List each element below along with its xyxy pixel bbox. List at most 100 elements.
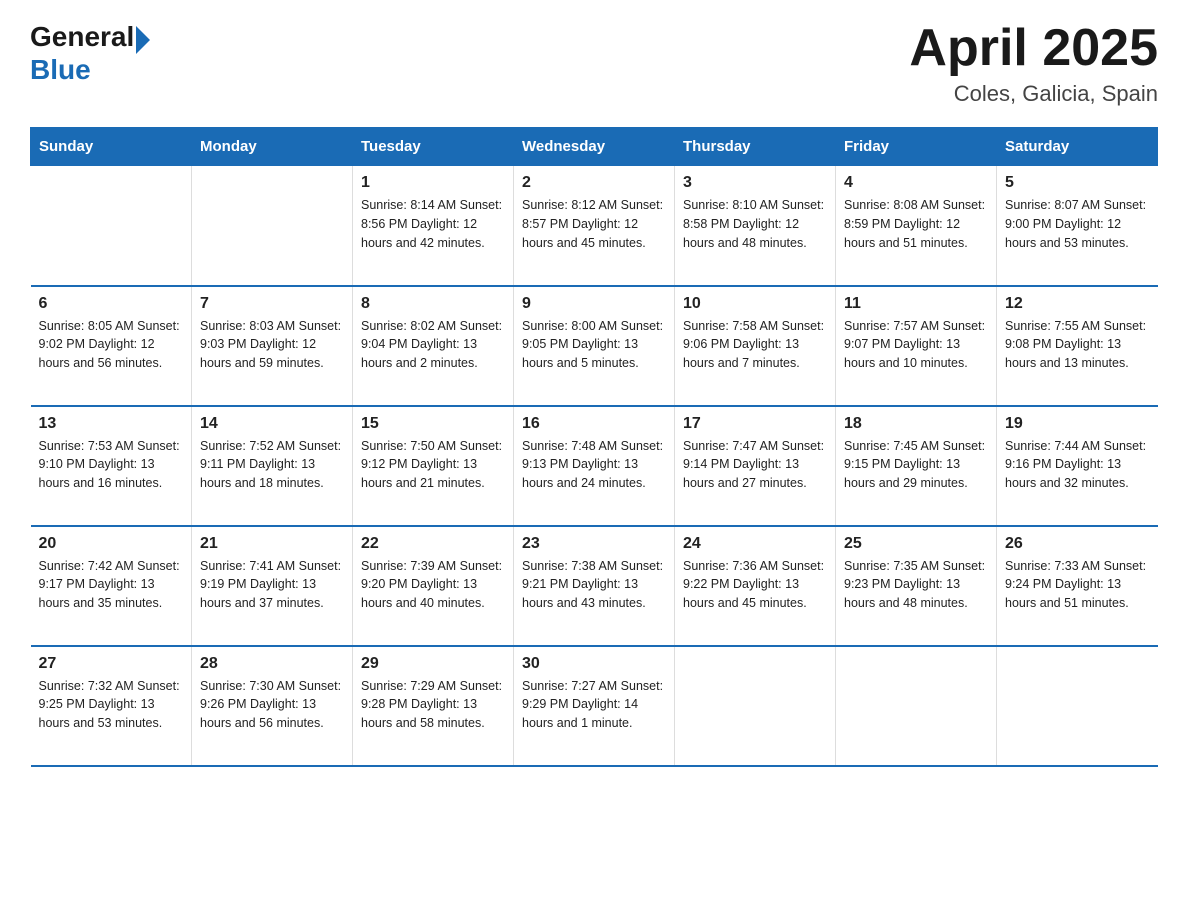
day-cell: 25 Sunrise: 7:35 AM Sunset: 9:23 PM Dayli… [836, 526, 997, 646]
day-cell: 14Sunrise: 7:52 AM Sunset: 9:11 PM Dayli… [192, 406, 353, 526]
day-info: Sunrise: 7:47 AM Sunset: 9:14 PM Dayligh… [683, 437, 827, 493]
day-cell: 2 Sunrise: 8:12 AM Sunset: 8:57 PM Daylig… [514, 166, 675, 286]
day-cell: 23 Sunrise: 7:38 AM Sunset: 9:21 PM Dayli… [514, 526, 675, 646]
day-info: Sunrise: 8:12 AM Sunset: 8:57 PM Dayligh… [522, 196, 666, 252]
day-number: 13 [39, 415, 184, 433]
header-cell-tuesday: Tuesday [353, 128, 514, 166]
day-info: Sunrise: 7:32 AM Sunset: 9:25 PM Dayligh… [39, 677, 184, 733]
day-cell: 27Sunrise: 7:32 AM Sunset: 9:25 PM Dayli… [31, 646, 192, 766]
day-info: Sunrise: 8:00 AM Sunset: 9:05 PM Dayligh… [522, 317, 666, 373]
day-cell: 29 Sunrise: 7:29 AM Sunset: 9:28 PM Dayli… [353, 646, 514, 766]
day-info: Sunrise: 7:35 AM Sunset: 9:23 PM Dayligh… [844, 557, 988, 613]
header-cell-saturday: Saturday [997, 128, 1158, 166]
day-info: Sunrise: 8:10 AM Sunset: 8:58 PM Dayligh… [683, 196, 827, 252]
day-cell [192, 166, 353, 286]
day-number: 10 [683, 295, 827, 313]
day-info: Sunrise: 7:33 AM Sunset: 9:24 PM Dayligh… [1005, 557, 1150, 613]
day-cell: 24 Sunrise: 7:36 AM Sunset: 9:22 PM Dayli… [675, 526, 836, 646]
day-number: 25 [844, 535, 988, 553]
day-number: 9 [522, 295, 666, 313]
day-info: Sunrise: 7:42 AM Sunset: 9:17 PM Dayligh… [39, 557, 184, 613]
day-info: Sunrise: 7:29 AM Sunset: 9:28 PM Dayligh… [361, 677, 505, 733]
week-row-2: 6Sunrise: 8:05 AM Sunset: 9:02 PM Daylig… [31, 286, 1158, 406]
logo-arrow-icon [136, 26, 150, 54]
day-number: 2 [522, 174, 666, 192]
day-number: 6 [39, 295, 184, 313]
logo-general-text: General [30, 21, 134, 53]
header-cell-thursday: Thursday [675, 128, 836, 166]
day-info: Sunrise: 8:02 AM Sunset: 9:04 PM Dayligh… [361, 317, 505, 373]
day-cell: 16 Sunrise: 7:48 AM Sunset: 9:13 PM Dayli… [514, 406, 675, 526]
calendar-header: SundayMondayTuesdayWednesdayThursdayFrid… [31, 128, 1158, 166]
day-number: 8 [361, 295, 505, 313]
day-cell [836, 646, 997, 766]
day-cell: 11 Sunrise: 7:57 AM Sunset: 9:07 PM Dayli… [836, 286, 997, 406]
day-number: 4 [844, 174, 988, 192]
day-number: 21 [200, 535, 344, 553]
week-row-1: 1 Sunrise: 8:14 AM Sunset: 8:56 PM Daylig… [31, 166, 1158, 286]
day-info: Sunrise: 7:57 AM Sunset: 9:07 PM Dayligh… [844, 317, 988, 373]
day-info: Sunrise: 7:45 AM Sunset: 9:15 PM Dayligh… [844, 437, 988, 493]
calendar-table: SundayMondayTuesdayWednesdayThursdayFrid… [30, 127, 1158, 767]
day-cell: 13 Sunrise: 7:53 AM Sunset: 9:10 PM Dayli… [31, 406, 192, 526]
day-number: 24 [683, 535, 827, 553]
day-cell: 3 Sunrise: 8:10 AM Sunset: 8:58 PM Daylig… [675, 166, 836, 286]
day-info: Sunrise: 7:30 AM Sunset: 9:26 PM Dayligh… [200, 677, 344, 733]
day-number: 20 [39, 535, 184, 553]
day-cell: 17 Sunrise: 7:47 AM Sunset: 9:14 PM Dayli… [675, 406, 836, 526]
day-cell: 1 Sunrise: 8:14 AM Sunset: 8:56 PM Daylig… [353, 166, 514, 286]
day-number: 29 [361, 655, 505, 673]
day-number: 16 [522, 415, 666, 433]
day-number: 1 [361, 174, 505, 192]
week-row-4: 20 Sunrise: 7:42 AM Sunset: 9:17 PM Dayli… [31, 526, 1158, 646]
day-cell [997, 646, 1158, 766]
day-info: Sunrise: 7:53 AM Sunset: 9:10 PM Dayligh… [39, 437, 184, 493]
day-cell: 22 Sunrise: 7:39 AM Sunset: 9:20 PM Dayli… [353, 526, 514, 646]
logo: General Blue [30, 20, 150, 86]
day-number: 17 [683, 415, 827, 433]
week-row-3: 13 Sunrise: 7:53 AM Sunset: 9:10 PM Dayli… [31, 406, 1158, 526]
day-info: Sunrise: 7:38 AM Sunset: 9:21 PM Dayligh… [522, 557, 666, 613]
day-number: 22 [361, 535, 505, 553]
day-cell: 5 Sunrise: 8:07 AM Sunset: 9:00 PM Daylig… [997, 166, 1158, 286]
day-info: Sunrise: 7:36 AM Sunset: 9:22 PM Dayligh… [683, 557, 827, 613]
day-cell: 6Sunrise: 8:05 AM Sunset: 9:02 PM Daylig… [31, 286, 192, 406]
day-info: Sunrise: 8:07 AM Sunset: 9:00 PM Dayligh… [1005, 196, 1150, 252]
day-number: 15 [361, 415, 505, 433]
day-number: 3 [683, 174, 827, 192]
day-cell: 26 Sunrise: 7:33 AM Sunset: 9:24 PM Dayli… [997, 526, 1158, 646]
day-cell: 19Sunrise: 7:44 AM Sunset: 9:16 PM Dayli… [997, 406, 1158, 526]
day-cell: 10 Sunrise: 7:58 AM Sunset: 9:06 PM Dayli… [675, 286, 836, 406]
week-row-5: 27Sunrise: 7:32 AM Sunset: 9:25 PM Dayli… [31, 646, 1158, 766]
day-number: 18 [844, 415, 988, 433]
calendar-subtitle: Coles, Galicia, Spain [909, 81, 1158, 107]
day-info: Sunrise: 7:39 AM Sunset: 9:20 PM Dayligh… [361, 557, 505, 613]
day-info: Sunrise: 7:50 AM Sunset: 9:12 PM Dayligh… [361, 437, 505, 493]
day-info: Sunrise: 7:27 AM Sunset: 9:29 PM Dayligh… [522, 677, 666, 733]
day-number: 7 [200, 295, 344, 313]
day-cell: 8 Sunrise: 8:02 AM Sunset: 9:04 PM Daylig… [353, 286, 514, 406]
day-number: 26 [1005, 535, 1150, 553]
day-number: 11 [844, 295, 988, 313]
day-info: Sunrise: 7:44 AM Sunset: 9:16 PM Dayligh… [1005, 437, 1150, 493]
header-cell-sunday: Sunday [31, 128, 192, 166]
day-number: 12 [1005, 295, 1150, 313]
day-number: 28 [200, 655, 344, 673]
day-number: 23 [522, 535, 666, 553]
day-info: Sunrise: 7:58 AM Sunset: 9:06 PM Dayligh… [683, 317, 827, 373]
calendar-body: 1 Sunrise: 8:14 AM Sunset: 8:56 PM Daylig… [31, 166, 1158, 766]
day-number: 5 [1005, 174, 1150, 192]
calendar-title: April 2025 [909, 20, 1158, 77]
title-section: April 2025 Coles, Galicia, Spain [909, 20, 1158, 107]
day-info: Sunrise: 8:08 AM Sunset: 8:59 PM Dayligh… [844, 196, 988, 252]
day-info: Sunrise: 8:14 AM Sunset: 8:56 PM Dayligh… [361, 196, 505, 252]
day-cell: 9 Sunrise: 8:00 AM Sunset: 9:05 PM Daylig… [514, 286, 675, 406]
day-cell [31, 166, 192, 286]
day-cell [675, 646, 836, 766]
header-cell-wednesday: Wednesday [514, 128, 675, 166]
day-info: Sunrise: 7:41 AM Sunset: 9:19 PM Dayligh… [200, 557, 344, 613]
header-cell-monday: Monday [192, 128, 353, 166]
day-info: Sunrise: 7:55 AM Sunset: 9:08 PM Dayligh… [1005, 317, 1150, 373]
day-info: Sunrise: 7:48 AM Sunset: 9:13 PM Dayligh… [522, 437, 666, 493]
header-row: SundayMondayTuesdayWednesdayThursdayFrid… [31, 128, 1158, 166]
